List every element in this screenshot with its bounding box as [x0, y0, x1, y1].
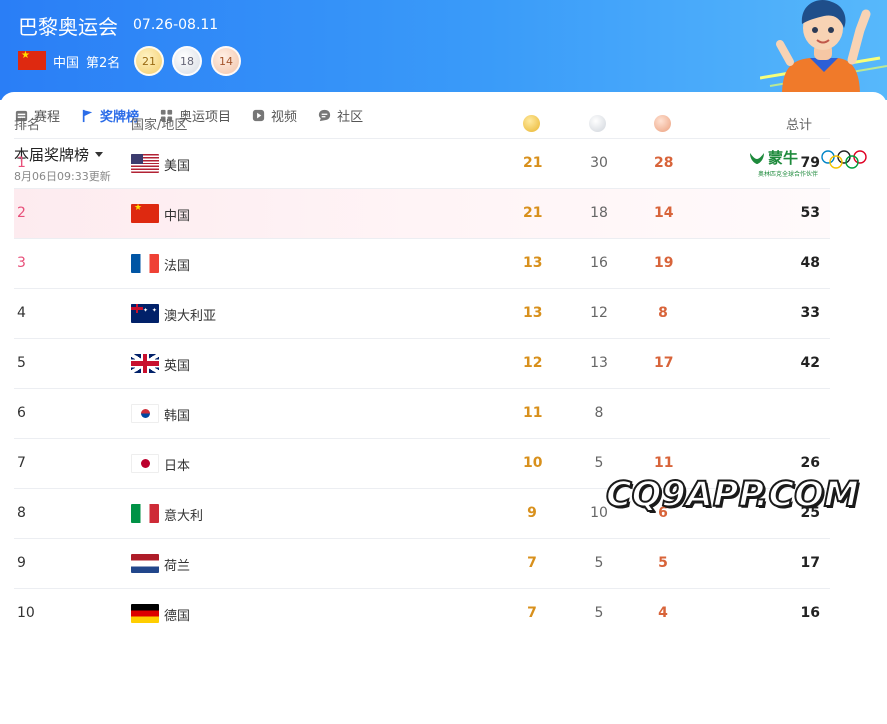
row-rank: 7 — [17, 455, 26, 471]
athlete-illustration — [760, 0, 887, 96]
row-country: 荷兰 — [164, 559, 191, 574]
table-row[interactable]: 6 韩国 11 8 — [14, 388, 830, 438]
row-country: 法国 — [164, 259, 191, 274]
row-gold: 13 — [523, 305, 543, 321]
watermark-text: CQ9APP.COM — [605, 474, 860, 516]
silver-medal-icon — [589, 115, 606, 132]
table-header: 排名 国家/地区 总计 — [14, 106, 816, 138]
row-total: 17 — [800, 555, 820, 571]
bronze-medal-icon — [654, 115, 671, 132]
france-flag-icon — [131, 254, 159, 273]
row-gold: 21 — [523, 155, 543, 171]
row-country: 美国 — [164, 159, 191, 174]
uk-flag-icon — [131, 354, 159, 373]
row-silver: 12 — [590, 305, 608, 321]
row-country: 澳大利亚 — [164, 309, 217, 324]
table-row[interactable]: 10 德国 7 5 4 16 — [14, 588, 830, 638]
banner-title: 巴黎奥运会 — [18, 15, 118, 39]
gold-medal-icon — [523, 115, 540, 132]
row-country: 韩国 — [164, 409, 191, 424]
netherlands-flag-icon — [131, 554, 159, 573]
row-rank: 2 — [17, 205, 26, 221]
row-total: 42 — [800, 355, 820, 371]
bronze-medal-count: 14 — [211, 46, 241, 76]
table-row[interactable]: 3 法国 13 16 19 48 — [14, 238, 830, 288]
banner-dates: 07.26-08.11 — [133, 17, 219, 33]
row-rank: 4 — [17, 305, 26, 321]
row-bronze: 19 — [654, 255, 674, 271]
olympics-banner: 巴黎奥运会 07.26-08.11 ★ 中国 第2名 21 18 14 — [0, 0, 887, 100]
row-country: 德国 — [164, 609, 191, 624]
china-flag-icon: ★ — [18, 50, 46, 70]
row-total: 16 — [800, 605, 820, 621]
row-gold: 21 — [523, 205, 543, 221]
row-rank: 8 — [17, 505, 26, 521]
row-silver: 5 — [594, 605, 604, 621]
row-silver: 18 — [590, 205, 608, 221]
japan-flag-icon — [131, 454, 159, 473]
row-bronze: 8 — [658, 305, 668, 321]
row-bronze: 28 — [654, 155, 674, 171]
header-total: 总计 — [785, 118, 812, 133]
row-silver: 16 — [590, 255, 608, 271]
row-country: 中国 — [164, 209, 191, 224]
korea-flag-icon — [131, 404, 159, 423]
row-bronze: 4 — [658, 605, 668, 621]
row-country: 英国 — [164, 359, 191, 374]
usa-flag-icon — [131, 154, 159, 173]
row-total: 53 — [800, 205, 820, 221]
row-gold: 9 — [527, 505, 537, 521]
row-total: 33 — [800, 305, 820, 321]
row-silver: 5 — [594, 555, 604, 571]
table-row[interactable]: 2 中国 21 18 14 53 — [14, 188, 830, 238]
row-gold: 10 — [523, 455, 543, 471]
silver-medal-count: 18 — [172, 46, 202, 76]
germany-flag-icon — [131, 604, 159, 623]
row-gold: 7 — [527, 555, 537, 571]
row-total: 48 — [800, 255, 820, 271]
table-row[interactable]: 5 英国 12 13 17 42 — [14, 338, 830, 388]
medal-table: 1 美国 21 30 28 79 2 中国 21 18 14 53 3 法国 1… — [0, 138, 887, 638]
row-rank: 10 — [17, 605, 35, 621]
row-country: 意大利 — [164, 509, 204, 524]
row-bronze: 11 — [654, 455, 674, 471]
italy-flag-icon — [131, 504, 159, 523]
row-gold: 12 — [523, 355, 543, 371]
row-silver: 8 — [594, 405, 604, 421]
row-bronze: 17 — [654, 355, 674, 371]
row-gold: 13 — [523, 255, 543, 271]
row-silver: 13 — [590, 355, 608, 371]
row-bronze: 14 — [654, 205, 674, 221]
table-row[interactable]: 1 美国 21 30 28 79 — [14, 138, 830, 188]
gold-medal-count: 21 — [134, 46, 164, 76]
row-gold: 7 — [527, 605, 537, 621]
row-silver: 30 — [590, 155, 608, 171]
banner-rank: 第2名 — [86, 56, 121, 71]
row-rank: 5 — [17, 355, 26, 371]
row-total: 26 — [800, 455, 820, 471]
australia-flag-icon — [131, 304, 159, 323]
banner-country: 中国 — [53, 56, 80, 71]
row-rank: 9 — [17, 555, 26, 571]
row-gold: 11 — [523, 405, 543, 421]
row-total: 79 — [800, 155, 820, 171]
row-rank: 6 — [17, 405, 26, 421]
table-row[interactable]: 9 荷兰 7 5 5 17 — [14, 538, 830, 588]
table-row[interactable]: 4 澳大利亚 13 12 8 33 — [14, 288, 830, 338]
row-silver: 5 — [594, 455, 604, 471]
header-country: 国家/地区 — [131, 118, 188, 133]
row-rank: 1 — [17, 155, 26, 171]
row-rank: 3 — [17, 255, 26, 271]
china-flag-icon — [131, 204, 159, 223]
row-country: 日本 — [164, 459, 191, 474]
row-bronze: 5 — [658, 555, 668, 571]
header-rank: 排名 — [14, 118, 41, 133]
